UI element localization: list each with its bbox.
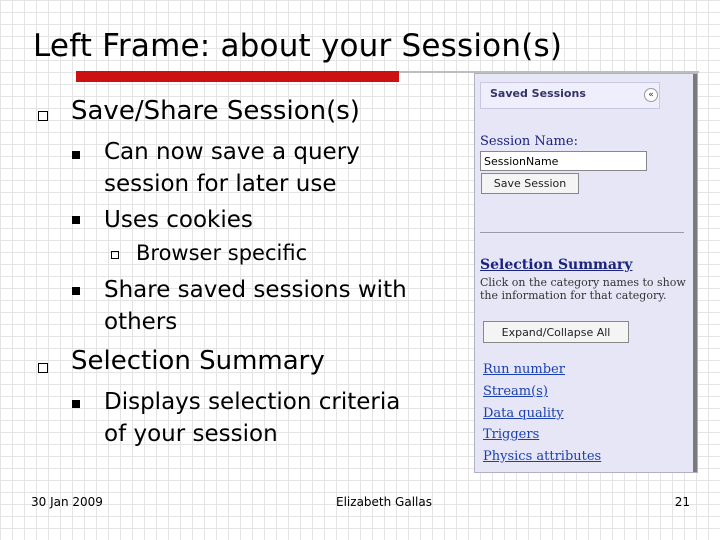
category-link-triggers[interactable]: Triggers — [483, 427, 539, 442]
sub-bullet-share-sessions-line1: Share saved sessions with — [104, 277, 407, 303]
title-underline-accent — [76, 71, 399, 82]
sub-bullet-displays-criteria-line2: of your session — [104, 421, 278, 447]
sub-bullet-save-query-line1: Can now save a query — [104, 139, 360, 165]
sub-bullet-uses-cookies: Uses cookies — [104, 207, 253, 233]
session-name-label: Session Name: — [480, 134, 578, 149]
session-name-input[interactable] — [480, 151, 647, 171]
filled-square-bullet-icon — [72, 216, 80, 224]
hollow-square-bullet-icon — [38, 111, 48, 121]
bullet-save-share-sessions: Save/Share Session(s) — [71, 96, 360, 126]
panel-divider — [480, 232, 684, 233]
panel-scrollbar-edge — [693, 74, 697, 472]
sub-bullet-share-sessions-line2: others — [104, 309, 178, 335]
category-link-run-number[interactable]: Run number — [483, 362, 565, 377]
sub-sub-bullet-browser-specific: Browser specific — [136, 241, 308, 265]
saved-sessions-label: Saved Sessions — [490, 87, 586, 100]
filled-square-bullet-icon — [72, 287, 80, 295]
category-link-streams[interactable]: Stream(s) — [483, 384, 548, 399]
slide-title: Left Frame: about your Session(s) — [33, 28, 563, 64]
session-panel-screenshot: Saved Sessions « Session Name: Save Sess… — [474, 73, 698, 473]
filled-square-bullet-icon — [72, 151, 80, 159]
bullet-selection-summary: Selection Summary — [71, 346, 325, 376]
save-session-button[interactable]: Save Session — [481, 173, 579, 194]
category-link-physics-attributes[interactable]: Physics attributes — [483, 449, 601, 464]
selection-summary-description: Click on the category names to show the … — [480, 276, 686, 302]
saved-sessions-header[interactable]: Saved Sessions « — [480, 82, 660, 109]
hollow-square-bullet-icon — [111, 251, 119, 259]
hollow-square-bullet-icon — [38, 363, 48, 373]
selection-summary-link[interactable]: Selection Summary — [480, 257, 632, 273]
expand-collapse-all-button[interactable]: Expand/Collapse All — [483, 321, 629, 343]
filled-square-bullet-icon — [72, 400, 80, 408]
footer-page-number: 21 — [674, 495, 690, 509]
collapse-chevron-icon[interactable]: « — [644, 88, 658, 102]
sub-bullet-save-query-line2: session for later use — [104, 171, 337, 197]
category-link-data-quality[interactable]: Data quality — [483, 406, 564, 421]
sub-bullet-displays-criteria-line1: Displays selection criteria — [104, 389, 401, 415]
